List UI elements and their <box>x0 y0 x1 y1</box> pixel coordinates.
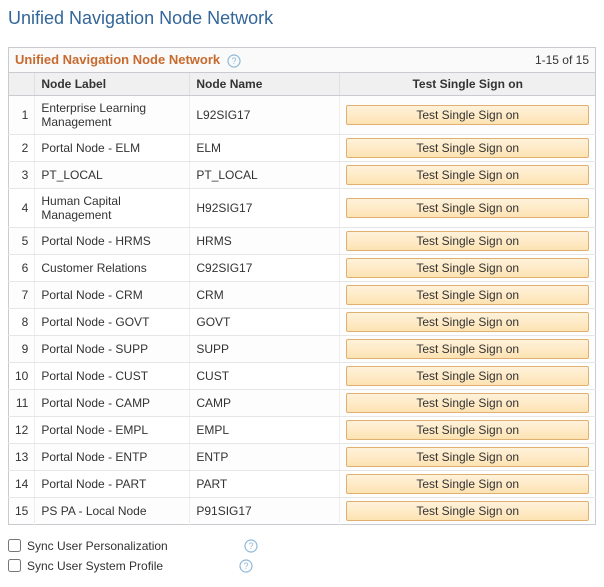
test-sso-button[interactable]: Test Single Sign on <box>346 285 589 305</box>
node-label: Portal Node - GOVT <box>35 308 190 335</box>
row-index: 15 <box>9 497 35 524</box>
node-name: PT_LOCAL <box>190 161 340 188</box>
node-label: Portal Node - CUST <box>35 362 190 389</box>
svg-text:?: ? <box>248 541 253 551</box>
help-icon[interactable]: ? <box>239 559 253 573</box>
table-row: 15PS PA - Local NodeP91SIG17 Test Single … <box>9 497 596 524</box>
node-name: HRMS <box>190 227 340 254</box>
node-label: Portal Node - CRM <box>35 281 190 308</box>
test-sso-button[interactable]: Test Single Sign on <box>346 420 589 440</box>
sync-system-profile-row: Sync User System Profile ? <box>8 559 596 573</box>
row-index: 5 <box>9 227 35 254</box>
test-sso-button[interactable]: Test Single Sign on <box>346 393 589 413</box>
table-row: 10Portal Node - CUSTCUST Test Single Sign… <box>9 362 596 389</box>
test-sso-button[interactable]: Test Single Sign on <box>346 312 589 332</box>
help-icon[interactable]: ? <box>227 54 241 68</box>
table-row: 9Portal Node - SUPPSUPP Test Single Sign … <box>9 335 596 362</box>
table-row: 7Portal Node - CRMCRM Test Single Sign on <box>9 281 596 308</box>
row-index: 1 <box>9 95 35 134</box>
node-network-grid: Unified Navigation Node Network ? 1-15 o… <box>8 47 596 525</box>
sync-personalization-label: Sync User Personalization <box>27 539 168 553</box>
table-row: 2Portal Node - ELMELM Test Single Sign on <box>9 134 596 161</box>
node-name: PART <box>190 470 340 497</box>
row-index: 10 <box>9 362 35 389</box>
node-name: CUST <box>190 362 340 389</box>
page-title: Unified Navigation Node Network <box>8 8 596 29</box>
test-sso-button[interactable]: Test Single Sign on <box>346 138 589 158</box>
row-index: 7 <box>9 281 35 308</box>
table-row: 5Portal Node - HRMSHRMS Test Single Sign … <box>9 227 596 254</box>
row-index: 3 <box>9 161 35 188</box>
table-row: 6Customer RelationsC92SIG17 Test Single S… <box>9 254 596 281</box>
node-name: EMPL <box>190 416 340 443</box>
node-name: H92SIG17 <box>190 188 340 227</box>
table-row: 8Portal Node - GOVTGOVT Test Single Sign … <box>9 308 596 335</box>
table-row: 4Human Capital ManagementH92SIG17 Test Si… <box>9 188 596 227</box>
node-name: ELM <box>190 134 340 161</box>
help-icon[interactable]: ? <box>244 539 258 553</box>
test-sso-button[interactable]: Test Single Sign on <box>346 366 589 386</box>
node-label: Enterprise Learning Management <box>35 95 190 134</box>
row-index: 13 <box>9 443 35 470</box>
test-sso-button[interactable]: Test Single Sign on <box>346 474 589 494</box>
row-index: 12 <box>9 416 35 443</box>
node-label: Portal Node - PART <box>35 470 190 497</box>
test-sso-button[interactable]: Test Single Sign on <box>346 447 589 467</box>
row-index: 8 <box>9 308 35 335</box>
grid-title: Unified Navigation Node Network <box>15 52 220 67</box>
node-name: L92SIG17 <box>190 95 340 134</box>
table-row: 12Portal Node - EMPLEMPL Test Single Sign… <box>9 416 596 443</box>
test-sso-button[interactable]: Test Single Sign on <box>346 165 589 185</box>
row-index: 14 <box>9 470 35 497</box>
node-label: Portal Node - EMPL <box>35 416 190 443</box>
node-name: CRM <box>190 281 340 308</box>
node-label: Portal Node - ELM <box>35 134 190 161</box>
table-row: 1Enterprise Learning ManagementL92SIG17 T… <box>9 95 596 134</box>
test-sso-button[interactable]: Test Single Sign on <box>346 501 589 521</box>
node-label: Human Capital Management <box>35 188 190 227</box>
grid-range: 1-15 of 15 <box>340 48 596 73</box>
node-label: Portal Node - ENTP <box>35 443 190 470</box>
table-row: 11Portal Node - CAMPCAMP Test Single Sign… <box>9 389 596 416</box>
sync-system-profile-checkbox[interactable] <box>8 559 21 572</box>
svg-text:?: ? <box>244 561 249 571</box>
sync-personalization-row: Sync User Personalization ? <box>8 539 596 553</box>
row-index: 4 <box>9 188 35 227</box>
svg-text:?: ? <box>232 56 237 66</box>
row-index: 9 <box>9 335 35 362</box>
sync-system-profile-label: Sync User System Profile <box>27 559 163 573</box>
col-head-label: Node Label <box>35 72 190 95</box>
node-label: Portal Node - SUPP <box>35 335 190 362</box>
test-sso-button[interactable]: Test Single Sign on <box>346 231 589 251</box>
node-label: Portal Node - CAMP <box>35 389 190 416</box>
table-row: 14Portal Node - PARTPART Test Single Sign… <box>9 470 596 497</box>
node-label: Portal Node - HRMS <box>35 227 190 254</box>
test-sso-button[interactable]: Test Single Sign on <box>346 198 589 218</box>
test-sso-button[interactable]: Test Single Sign on <box>346 258 589 278</box>
table-row: 13Portal Node - ENTPENTP Test Single Sign… <box>9 443 596 470</box>
node-name: SUPP <box>190 335 340 362</box>
col-head-name: Node Name <box>190 72 340 95</box>
sync-personalization-checkbox[interactable] <box>8 539 21 552</box>
node-name: GOVT <box>190 308 340 335</box>
node-label: PT_LOCAL <box>35 161 190 188</box>
node-name: ENTP <box>190 443 340 470</box>
test-sso-button[interactable]: Test Single Sign on <box>346 339 589 359</box>
row-index: 11 <box>9 389 35 416</box>
col-head-index <box>9 72 35 95</box>
node-label: Customer Relations <box>35 254 190 281</box>
node-name: P91SIG17 <box>190 497 340 524</box>
test-sso-button[interactable]: Test Single Sign on <box>346 105 589 125</box>
node-name: C92SIG17 <box>190 254 340 281</box>
row-index: 6 <box>9 254 35 281</box>
node-label: PS PA - Local Node <box>35 497 190 524</box>
row-index: 2 <box>9 134 35 161</box>
table-row: 3PT_LOCALPT_LOCALTest Single Sign on <box>9 161 596 188</box>
node-name: CAMP <box>190 389 340 416</box>
col-head-action: Test Single Sign on <box>340 72 596 95</box>
